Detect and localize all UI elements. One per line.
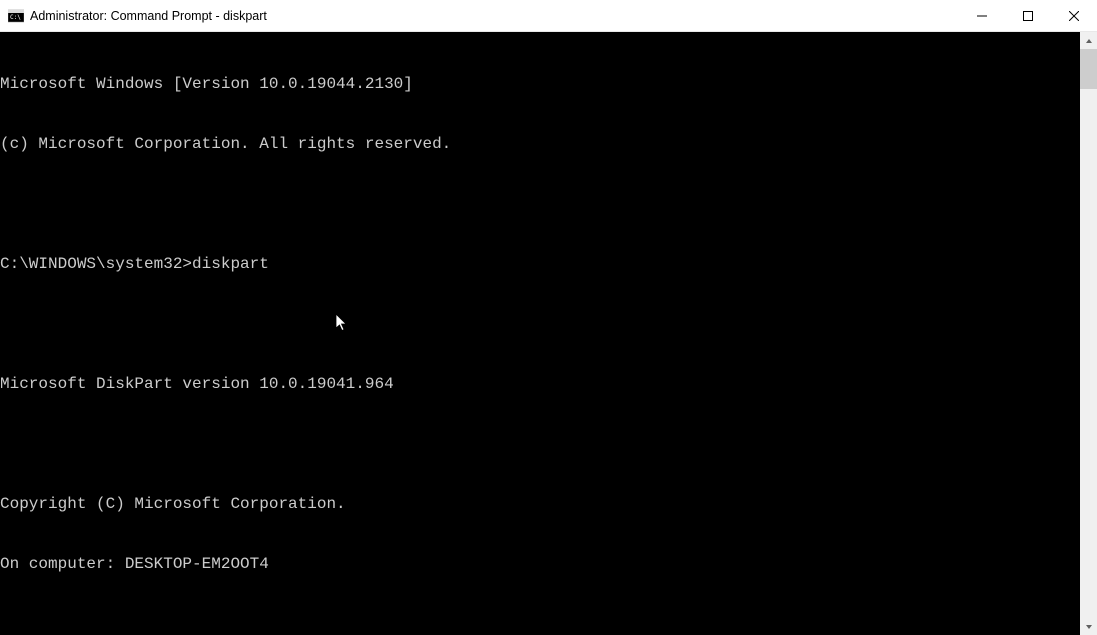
terminal-output[interactable]: Microsoft Windows [Version 10.0.19044.21… [0, 32, 1080, 635]
scroll-up-button[interactable] [1080, 32, 1097, 49]
terminal-line [0, 314, 1080, 334]
terminal-area: Microsoft Windows [Version 10.0.19044.21… [0, 32, 1097, 635]
scroll-down-button[interactable] [1080, 618, 1097, 635]
terminal-line: Microsoft DiskPart version 10.0.19041.96… [0, 374, 1080, 394]
minimize-button[interactable] [959, 0, 1005, 31]
terminal-line [0, 434, 1080, 454]
svg-text:C:\: C:\ [10, 14, 21, 21]
maximize-button[interactable] [1005, 0, 1051, 31]
titlebar[interactable]: C:\ Administrator: Command Prompt - disk… [0, 0, 1097, 32]
terminal-line [0, 194, 1080, 214]
terminal-line: Copyright (C) Microsoft Corporation. [0, 494, 1080, 514]
vertical-scrollbar[interactable] [1080, 32, 1097, 635]
terminal-line: On computer: DESKTOP-EM2OOT4 [0, 554, 1080, 574]
terminal-line: Microsoft Windows [Version 10.0.19044.21… [0, 74, 1080, 94]
terminal-line: (c) Microsoft Corporation. All rights re… [0, 134, 1080, 154]
terminal-line: C:\WINDOWS\system32>diskpart [0, 254, 1080, 274]
window-controls [959, 0, 1097, 31]
scroll-track[interactable] [1080, 49, 1097, 618]
cmd-icon: C:\ [8, 8, 24, 24]
close-button[interactable] [1051, 0, 1097, 31]
scroll-thumb[interactable] [1080, 49, 1097, 89]
window-title: Administrator: Command Prompt - diskpart [30, 9, 959, 23]
terminal-line [0, 614, 1080, 634]
